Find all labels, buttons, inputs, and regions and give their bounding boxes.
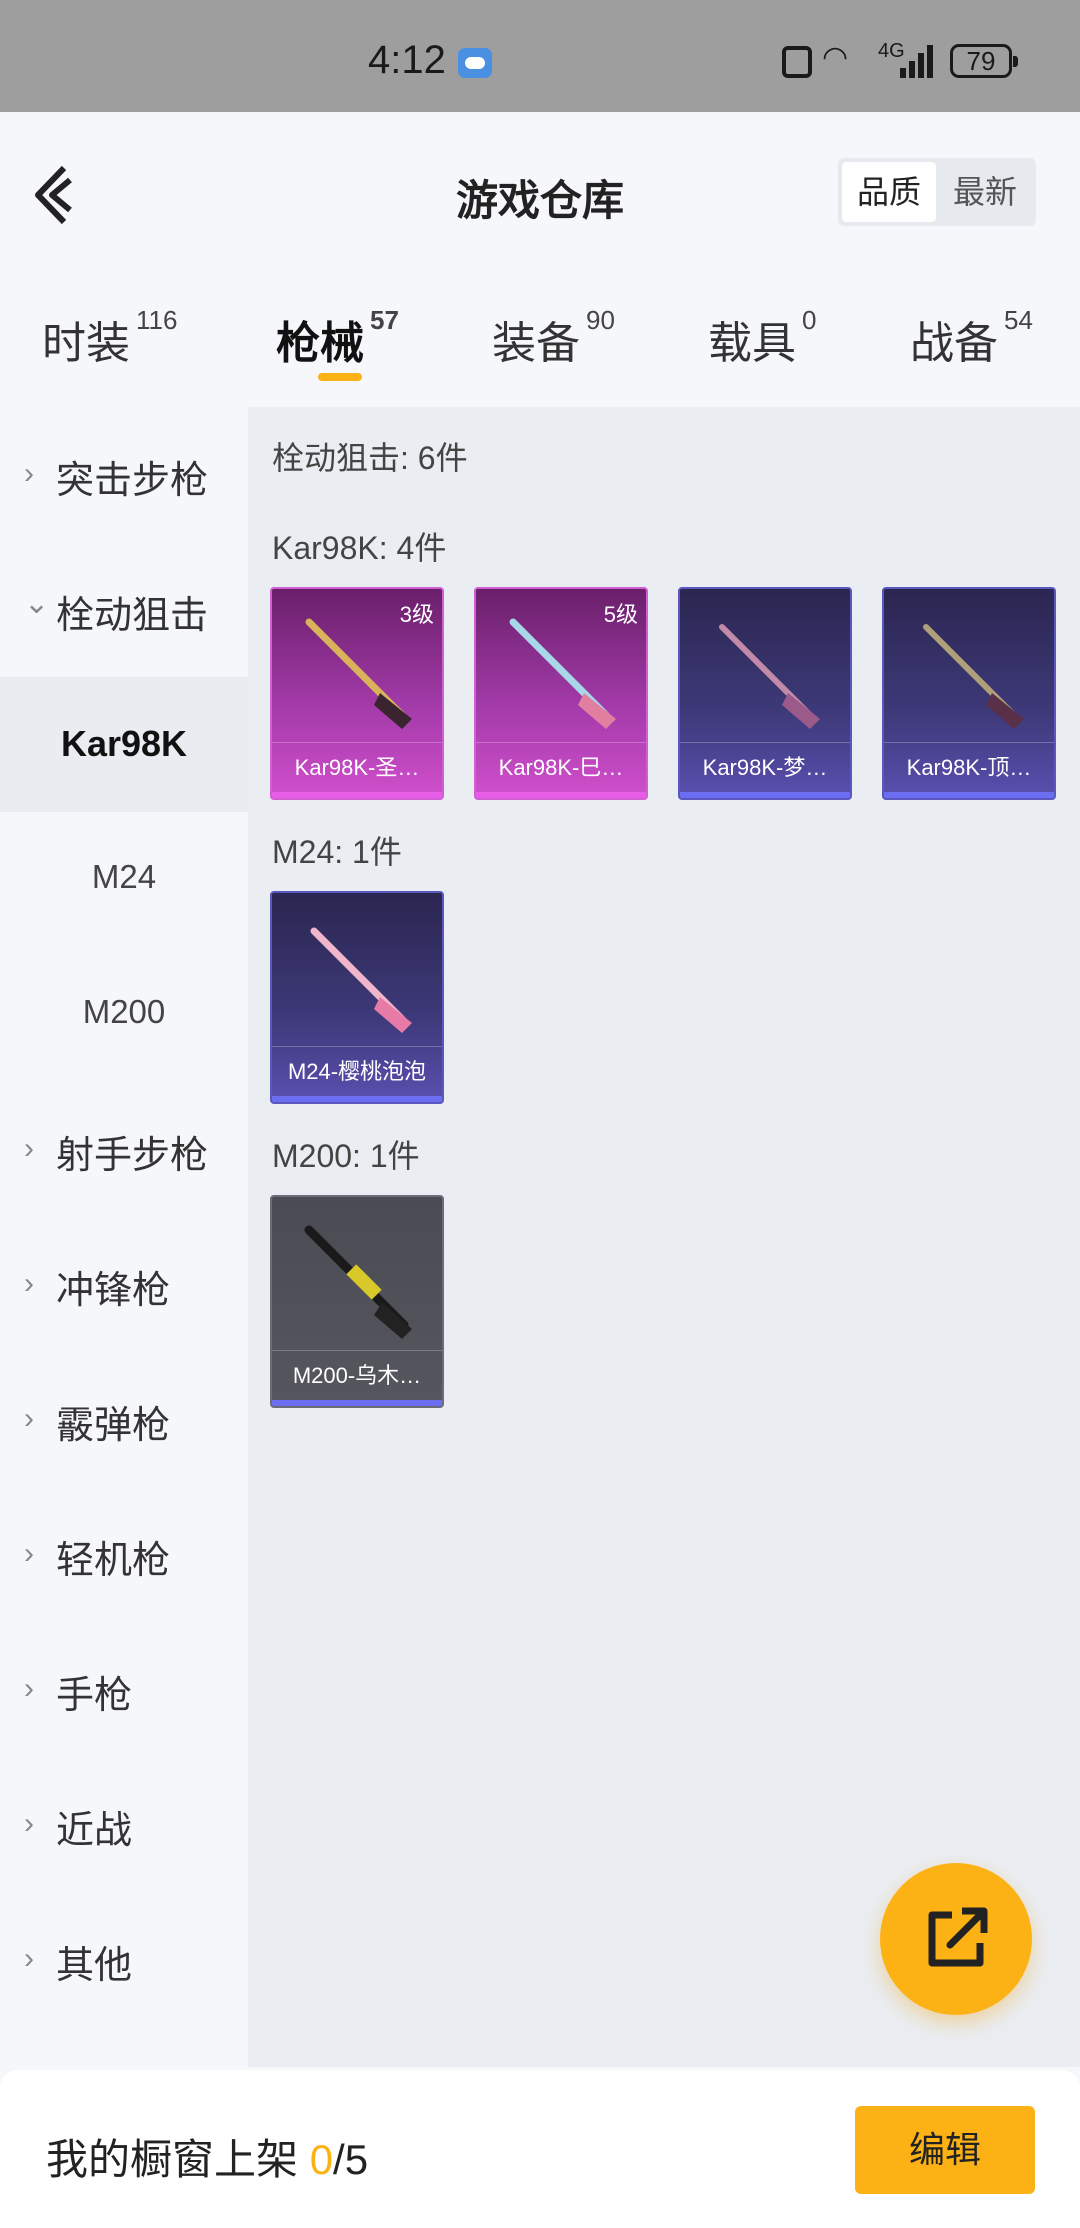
chevron-right-icon: › — [24, 457, 34, 490]
tab-label: 时装 — [42, 319, 130, 368]
sidebar-item-label: 其他 — [56, 1945, 133, 1987]
group-title-kar98k: Kar98K: 4件 — [272, 530, 447, 566]
sidebar-item-assault-rifle[interactable]: › 突击步枪 — [0, 407, 248, 542]
item-name: M200-乌木… — [272, 1350, 442, 1400]
tab-label: 载具 — [708, 319, 796, 368]
item-name: Kar98K-圣… — [272, 742, 442, 792]
tab-label: 装备 — [492, 319, 580, 368]
tab-count: 57 — [370, 305, 399, 335]
rifle-skin-icon — [719, 624, 820, 729]
showcase-shelved-count: 0 — [309, 2136, 334, 2183]
rifle-skin-icon — [923, 624, 1024, 729]
item-level-badge: 3级 — [399, 602, 434, 627]
sidebar-item-label: M200 — [82, 993, 166, 1030]
chevron-right-icon: › — [24, 1537, 34, 1570]
sidebar-item-label: 近战 — [56, 1810, 133, 1852]
chevron-right-icon: › — [24, 1672, 34, 1705]
item-name: Kar98K-巳… — [476, 742, 646, 792]
sidebar-item-label: 栓动狙击 — [56, 595, 209, 637]
sidebar-item-label: M24 — [91, 858, 157, 895]
rarity-bar — [884, 792, 1054, 798]
category-summary: 栓动狙击: 6件 — [272, 440, 468, 476]
item-name: M24-樱桃泡泡 — [272, 1046, 442, 1096]
sort-toggle: 品质 最新 — [838, 158, 1036, 226]
item-card[interactable]: 5级 Kar98K-巳… — [474, 587, 648, 800]
share-fab-button[interactable] — [880, 1863, 1032, 2015]
sidebar-item-m24[interactable]: M24 — [0, 812, 248, 947]
tab-guns[interactable]: 枪械 57 — [276, 305, 399, 371]
group-title-m24: M24: 1件 — [272, 834, 402, 870]
tab-equipment[interactable]: 装备 90 — [492, 305, 615, 371]
chevron-right-icon: › — [24, 1942, 34, 1975]
showcase-footer: 我的橱窗上架 0/5 编辑 — [0, 2070, 1080, 2228]
tab-count: 54 — [1004, 305, 1033, 335]
rarity-bar — [272, 792, 442, 798]
game-controller-icon — [458, 48, 492, 78]
sidebar-item-label: 突击步枪 — [56, 460, 209, 502]
tab-count: 116 — [136, 305, 178, 335]
sidebar-item-label: Kar98K — [60, 723, 188, 764]
rarity-bar — [272, 1400, 442, 1406]
item-grid-panel: 栓动狙击: 6件 Kar98K: 4件 3级 Kar98K-圣… 5级 Kar9… — [248, 407, 1080, 2067]
wifi-icon: ◠ — [822, 41, 849, 74]
sort-quality-option[interactable]: 品质 — [842, 162, 936, 222]
rarity-bar — [476, 792, 646, 798]
sidebar-item-label: 射手步枪 — [56, 1135, 209, 1177]
rifle-skin-icon — [304, 1225, 412, 1339]
chevron-right-icon: › — [24, 1402, 34, 1435]
sidebar-item-lmg[interactable]: › 轻机枪 — [0, 1487, 248, 1622]
tab-label: 枪械 — [276, 319, 364, 368]
sidebar-item-bolt-action[interactable]: ⌄ 栓动狙击 — [0, 542, 248, 677]
sort-newest-option[interactable]: 最新 — [938, 162, 1032, 222]
weapon-category-sidebar: › 突击步枪 ⌄ 栓动狙击 Kar98K M24 M200 › 射手步枪 › 冲… — [0, 407, 248, 2067]
share-external-icon — [928, 1907, 988, 1967]
nfc-icon — [782, 46, 812, 78]
sidebar-item-label: 手枪 — [56, 1675, 133, 1717]
item-card[interactable]: M24-樱桃泡泡 — [270, 891, 444, 1104]
battery-indicator: 79 — [950, 44, 1018, 78]
showcase-status: 我的橱窗上架 0/5 — [46, 2126, 368, 2187]
sidebar-item-kar98k[interactable]: Kar98K — [0, 677, 248, 812]
item-name: Kar98K-梦… — [680, 742, 850, 792]
tab-supplies[interactable]: 战备 54 — [910, 305, 1033, 371]
sidebar-item-shotgun[interactable]: › 霰弹枪 — [0, 1352, 248, 1487]
chevron-down-icon: ⌄ — [24, 587, 50, 620]
tab-count: 0 — [802, 305, 817, 335]
item-level-badge: 5级 — [603, 602, 638, 627]
showcase-capacity: /5 — [333, 2136, 369, 2183]
chevron-right-icon: › — [24, 1267, 34, 1300]
sidebar-item-pistol[interactable]: › 手枪 — [0, 1622, 248, 1757]
rifle-skin-icon — [310, 927, 412, 1033]
item-card[interactable]: Kar98K-梦… — [678, 587, 852, 800]
item-card[interactable]: 3级 Kar98K-圣… — [270, 587, 444, 800]
sidebar-item-other[interactable]: › 其他 — [0, 1892, 248, 2027]
status-bar: 4:12 ◠ 4G 79 — [0, 0, 1080, 112]
group-title-m200: M200: 1件 — [272, 1138, 420, 1174]
rarity-bar — [272, 1096, 442, 1102]
sidebar-item-label: 轻机枪 — [56, 1540, 171, 1582]
active-tab-indicator — [318, 373, 362, 381]
sidebar-item-label: 冲锋枪 — [56, 1270, 171, 1312]
chevron-right-icon: › — [24, 1807, 34, 1840]
sidebar-item-smg[interactable]: › 冲锋枪 — [0, 1217, 248, 1352]
category-tabs: 时装 116 枪械 57 装备 90 载具 0 战备 54 — [0, 277, 1080, 407]
sidebar-item-m200[interactable]: M200 — [0, 947, 248, 1082]
sidebar-item-marksman-rifle[interactable]: › 射手步枪 — [0, 1082, 248, 1217]
signal-bars-icon — [900, 44, 936, 78]
tab-count: 90 — [586, 305, 615, 335]
tab-label: 战备 — [910, 319, 998, 368]
tab-outfits[interactable]: 时装 116 — [42, 305, 178, 371]
edit-button[interactable]: 编辑 — [855, 2106, 1035, 2194]
sidebar-item-melee[interactable]: › 近战 — [0, 1757, 248, 1892]
showcase-label: 我的橱窗上架 — [46, 2136, 299, 2183]
status-time: 4:12 — [368, 38, 446, 82]
item-name: Kar98K-顶… — [884, 742, 1054, 792]
item-card[interactable]: M200-乌木… — [270, 1195, 444, 1408]
page-header: 游戏仓库 品质 最新 — [0, 112, 1080, 277]
chevron-right-icon: › — [24, 1132, 34, 1165]
rarity-bar — [680, 792, 850, 798]
tab-vehicles[interactable]: 载具 0 — [708, 305, 817, 371]
sidebar-item-label: 霰弹枪 — [56, 1405, 171, 1447]
item-card[interactable]: Kar98K-顶… — [882, 587, 1056, 800]
